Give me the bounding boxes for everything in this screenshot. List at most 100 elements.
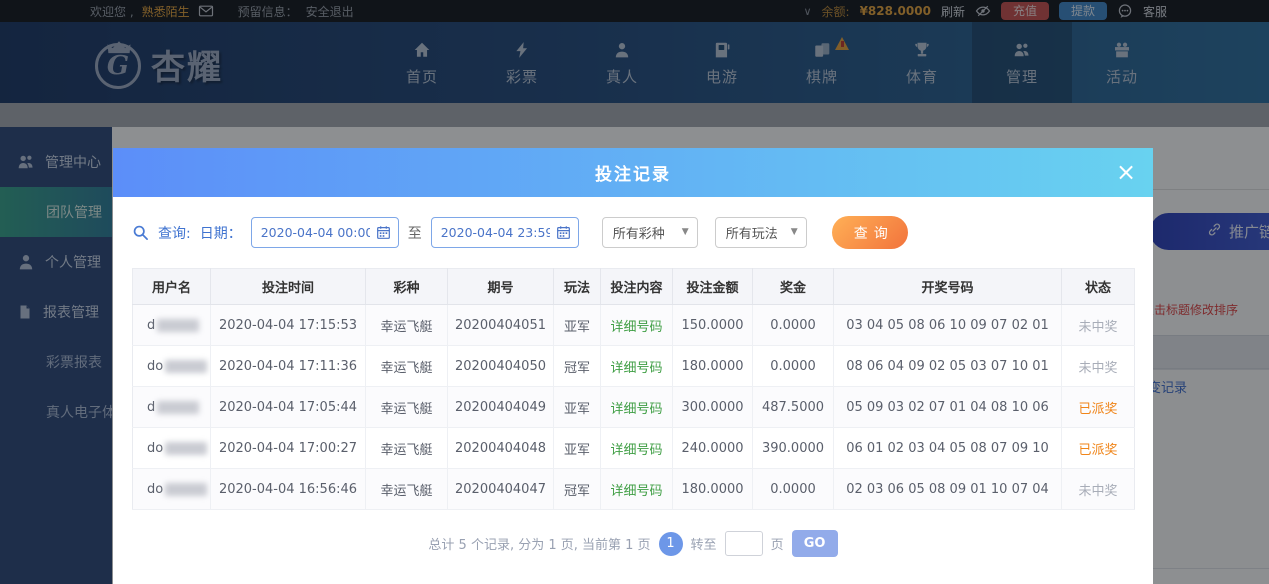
table-row: do 2020-04-04 16:56:46 幸运飞艇 20200404047 … xyxy=(132,468,1135,510)
bet-table-body: d 2020-04-04 17:15:53 幸运飞艇 20200404051 亚… xyxy=(132,304,1135,510)
modal-header: 投注记录 × xyxy=(113,148,1153,197)
cell-bet-time: 2020-04-04 17:00:27 xyxy=(210,427,366,469)
status-badge: 未中奖 xyxy=(1061,345,1135,387)
page-unit-label: 页 xyxy=(770,538,784,553)
cell-bet-content-link[interactable]: 详细号码 xyxy=(600,427,673,469)
cell-username: do xyxy=(132,345,211,387)
cell-draw-numbers: 03 04 05 08 06 10 09 07 02 01 xyxy=(833,304,1062,346)
cell-username: do xyxy=(132,468,211,510)
modal-title: 投注记录 xyxy=(595,165,671,185)
column-header: 期号 xyxy=(447,268,554,305)
cell-lottery-type: 幸运飞艇 xyxy=(365,468,448,510)
select-arrow-icon: ▼ xyxy=(681,227,689,237)
cell-play-type: 亚军 xyxy=(553,427,601,469)
cell-bet-content-link[interactable]: 详细号码 xyxy=(600,386,673,428)
cell-bet-amount: 300.0000 xyxy=(672,386,753,428)
bet-records-table: 用户名 投注时间 彩种 期号 玩法 投注内容 投注金额 奖金 开奖号码 状态 d 2020-04-… xyxy=(132,268,1135,510)
date-from-field xyxy=(250,217,399,248)
column-header: 彩种 xyxy=(365,268,448,305)
search-button[interactable]: 查询 xyxy=(831,216,908,249)
play-type-select[interactable]: 所有玩法 ▼ xyxy=(714,217,807,248)
calendar-icon[interactable] xyxy=(556,225,571,244)
date-label: 日期： xyxy=(199,225,242,242)
cell-draw-numbers: 08 06 04 09 02 05 03 07 10 01 xyxy=(833,345,1062,387)
blurred-username xyxy=(165,359,208,373)
cell-bet-content-link[interactable]: 详细号码 xyxy=(600,345,673,387)
cell-bet-amount: 180.0000 xyxy=(672,468,753,510)
column-header: 投注内容 xyxy=(600,268,673,305)
query-toolbar: 查询: 日期： 至 所有彩种 ▼ 所有玩法 ▼ 查询 xyxy=(132,216,1153,249)
status-badge: 已派奖 xyxy=(1061,427,1135,469)
status-badge: 未中奖 xyxy=(1061,468,1135,510)
cell-bet-time: 2020-04-04 17:15:53 xyxy=(210,304,366,346)
table-row: do 2020-04-04 17:11:36 幸运飞艇 20200404050 … xyxy=(132,345,1135,387)
calendar-icon[interactable] xyxy=(376,225,391,244)
pagination-summary: 总计 5 个记录, 分为 1 页, 当前第 1 页 xyxy=(428,538,651,553)
cell-bet-amount: 150.0000 xyxy=(672,304,753,346)
column-header: 投注金额 xyxy=(672,268,753,305)
cell-play-type: 冠军 xyxy=(553,468,601,510)
lottery-type-select[interactable]: 所有彩种 ▼ xyxy=(601,217,698,248)
cell-play-type: 亚军 xyxy=(553,386,601,428)
cell-draw-numbers: 05 09 03 02 07 01 04 08 10 06 xyxy=(833,386,1062,428)
cell-lottery-type: 幸运飞艇 xyxy=(365,427,448,469)
cell-bet-content-link[interactable]: 详细号码 xyxy=(600,468,673,510)
cell-issue-number: 20200404048 xyxy=(447,427,554,469)
column-header: 状态 xyxy=(1061,268,1135,305)
cell-play-type: 亚军 xyxy=(553,304,601,346)
goto-label: 转至 xyxy=(690,538,717,553)
cell-play-type: 冠军 xyxy=(553,345,601,387)
cell-bet-time: 2020-04-04 17:11:36 xyxy=(210,345,366,387)
date-from-input[interactable] xyxy=(251,218,370,247)
cell-prize: 487.5000 xyxy=(752,386,834,428)
blurred-username xyxy=(157,400,200,414)
cell-bet-content-link[interactable]: 详细号码 xyxy=(600,304,673,346)
cell-bet-time: 2020-04-04 17:05:44 xyxy=(210,386,366,428)
cell-prize: 0.0000 xyxy=(752,468,834,510)
cell-issue-number: 20200404051 xyxy=(447,304,554,346)
cell-prize: 390.0000 xyxy=(752,427,834,469)
date-to-field xyxy=(430,217,579,248)
cell-issue-number: 20200404047 xyxy=(447,468,554,510)
table-row: do 2020-04-04 17:00:27 幸运飞艇 20200404048 … xyxy=(132,427,1135,469)
pagination-bar: 总计 5 个记录, 分为 1 页, 当前第 1 页 1 转至 页 GO xyxy=(113,530,1153,557)
cell-prize: 0.0000 xyxy=(752,345,834,387)
cell-lottery-type: 幸运飞艇 xyxy=(365,304,448,346)
cell-bet-amount: 180.0000 xyxy=(672,345,753,387)
cell-lottery-type: 幸运飞艇 xyxy=(365,386,448,428)
blurred-username xyxy=(165,441,208,455)
column-header: 用户名 xyxy=(132,268,211,305)
column-header: 奖金 xyxy=(752,268,834,305)
go-button[interactable]: GO xyxy=(791,530,838,557)
column-header: 玩法 xyxy=(553,268,601,305)
cell-issue-number: 20200404049 xyxy=(447,386,554,428)
column-header: 开奖号码 xyxy=(833,268,1062,305)
table-row: d 2020-04-04 17:15:53 幸运飞艇 20200404051 亚… xyxy=(132,304,1135,346)
to-label: 至 xyxy=(407,225,422,242)
cell-username: d xyxy=(132,304,211,346)
table-row: d 2020-04-04 17:05:44 幸运飞艇 20200404049 亚… xyxy=(132,386,1135,428)
cell-issue-number: 20200404050 xyxy=(447,345,554,387)
status-badge: 已派奖 xyxy=(1061,386,1135,428)
table-header-row: 用户名 投注时间 彩种 期号 玩法 投注内容 投注金额 奖金 开奖号码 状态 xyxy=(132,268,1135,305)
cell-lottery-type: 幸运飞艇 xyxy=(365,345,448,387)
cell-username: do xyxy=(132,427,211,469)
cell-bet-amount: 240.0000 xyxy=(672,427,753,469)
cell-username: d xyxy=(132,386,211,428)
bet-records-modal: 投注记录 × 查询: 日期： 至 所有彩种 ▼ 所有玩法 ▼ xyxy=(113,148,1153,584)
cell-bet-time: 2020-04-04 16:56:46 xyxy=(210,468,366,510)
column-header: 投注时间 xyxy=(210,268,366,305)
date-to-input[interactable] xyxy=(431,218,550,247)
current-page-button[interactable]: 1 xyxy=(658,531,683,556)
close-icon[interactable]: × xyxy=(1111,158,1141,188)
page: 欢迎您 , 熟悉陌生 预留信息： 安全退出 ∨ 余额: ¥828.0000 刷新… xyxy=(0,0,1269,584)
cell-draw-numbers: 06 01 02 03 04 05 08 07 09 10 xyxy=(833,427,1062,469)
blurred-username xyxy=(165,482,208,496)
status-badge: 未中奖 xyxy=(1061,304,1135,346)
cell-draw-numbers: 02 03 06 05 08 09 01 10 07 04 xyxy=(833,468,1062,510)
blurred-username xyxy=(157,318,200,332)
select-arrow-icon: ▼ xyxy=(790,227,798,237)
cell-prize: 0.0000 xyxy=(752,304,834,346)
search-icon xyxy=(132,224,149,241)
goto-page-input[interactable] xyxy=(724,531,763,556)
